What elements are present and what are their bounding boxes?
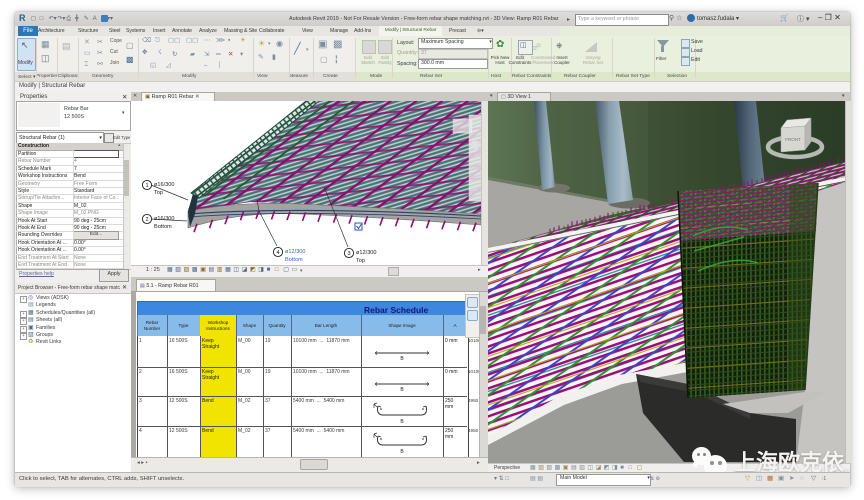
svg-text:ø16/300: ø16/300 [154, 182, 175, 188]
svg-text:2: 2 [145, 217, 148, 223]
svg-text:B: B [400, 356, 404, 362]
svg-text:FRONT: FRONT [785, 137, 801, 142]
svg-text:Bottom: Bottom [154, 224, 172, 230]
svg-text:B: B [400, 387, 404, 393]
svg-text:ø16/300: ø16/300 [154, 216, 175, 222]
svg-text:3: 3 [347, 251, 350, 257]
svg-text:Bottom: Bottom [285, 257, 303, 263]
svg-text:B: B [400, 419, 404, 425]
svg-text:ø12/300: ø12/300 [285, 249, 306, 255]
svg-text:Top: Top [356, 258, 365, 264]
svg-text:4: 4 [276, 250, 279, 256]
svg-text:Top: Top [154, 190, 163, 196]
svg-text:B: B [400, 449, 404, 455]
svg-text:ø12/300: ø12/300 [356, 250, 377, 256]
svg-text:1: 1 [145, 183, 148, 189]
